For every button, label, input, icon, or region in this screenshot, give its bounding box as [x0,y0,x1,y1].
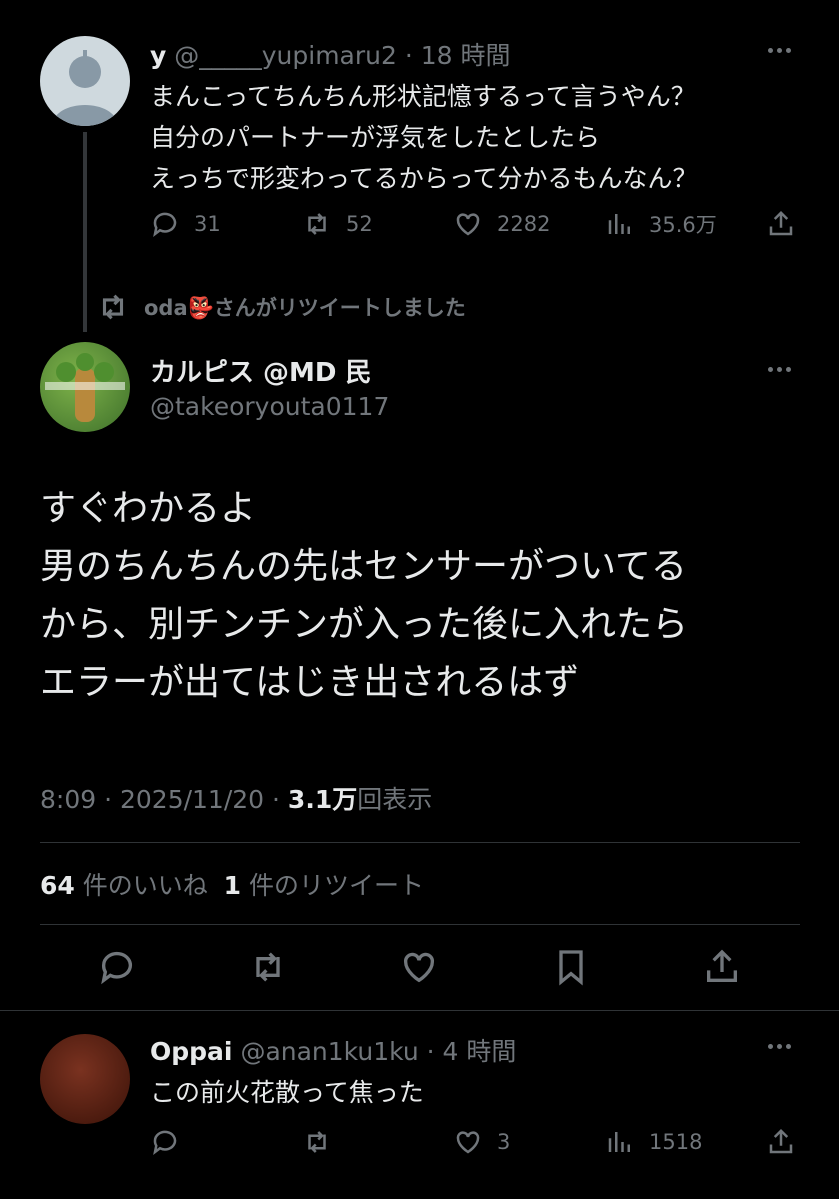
reply-icon [101,951,132,985]
tweet-line: エラーが出てはじき出されるはず [40,662,580,703]
retweeter-name[interactable]: oda [144,296,188,320]
like-count: 2282 [497,212,551,236]
views-count: 3.1万 [287,785,358,814]
display-name[interactable]: y [150,41,166,70]
handle[interactable]: @anan1ku1ku [240,1037,418,1066]
tweet-line: 自分のパートナーが浮気をしたとしたら [150,123,601,152]
display-name[interactable]: Oppai [150,1037,232,1066]
reply-icon [153,212,177,237]
retweet-button[interactable] [302,1127,346,1157]
heart-icon [456,213,480,236]
divider [0,1010,839,1011]
more-icon[interactable] [768,367,791,372]
tweet-text: まんこってちんちん形状記憶するって言うやん？ 自分のパートナーが浮気をしたとした… [150,76,698,199]
share-button[interactable] [702,947,742,987]
avatar[interactable] [40,342,130,432]
handle[interactable]: @_____yupimaru2 [174,41,397,70]
share-button[interactable] [766,209,796,239]
bookmark-icon [559,950,583,986]
tweet-line: から、別チンチンが入った後に入れたら [40,604,689,645]
default-avatar-icon [52,50,118,126]
share-icon [707,949,737,982]
share-icon [769,1128,793,1154]
timestamp[interactable]: · 4 時間 [427,1037,517,1066]
views-icon [608,1132,630,1152]
retweet-banner-text: さんがリツイートしました [213,296,466,320]
divider [40,842,800,843]
retweets-stat[interactable]: 1 件のリツイート [224,871,424,900]
retweet-icon [308,1131,326,1153]
like-button[interactable]: 2282 [453,209,550,239]
retweets-count: 1 [223,871,242,900]
tweet-meta: 8:09 · 2025/11/20 · 3.1万回表示 [40,780,432,816]
retweet-icon [102,294,124,320]
view-count: 1518 [649,1130,703,1154]
views-icon [608,214,630,234]
display-name[interactable]: カルピス @MD 民 [150,352,372,389]
retweet-icon [256,952,280,982]
retweet-button[interactable]: 52 [302,209,373,239]
heart-icon [403,952,435,983]
retweet-banner: oda👺さんがリツイートしました [96,290,466,324]
likes-label: 件のいいね [82,871,208,900]
retweet-count: 52 [346,212,373,236]
retweets-label: 件のリツイート [249,871,425,900]
tweet-line: すぐわかるよ [40,488,257,529]
tweet-text: この前火花散って焦った [150,1078,424,1107]
reply-button[interactable]: 31 [150,209,221,239]
timestamp[interactable]: · 18 時間 [405,41,511,70]
more-icon[interactable] [768,1044,791,1049]
share-icon [769,210,793,236]
retweet-button[interactable] [248,947,288,987]
like-count: 3 [497,1130,511,1154]
tweet-header: y @_____yupimaru2 · 18 時間 [150,36,511,72]
divider [40,924,800,925]
timestamp[interactable]: 8:09 · 2025/11/20 · [40,785,288,814]
reply-icon [153,1130,177,1155]
tweet-line: まんこってちんちん形状記憶するって言うやん？ [150,82,696,111]
share-button[interactable] [766,1127,796,1157]
view-count: 35.6万 [649,213,717,237]
bookmark-button[interactable] [551,947,591,987]
engagement-stats: 64 件のいいね 1 件のリツイート [40,866,424,902]
heart-icon [456,1131,480,1154]
views-label: 回表示 [357,785,433,814]
avatar[interactable] [40,36,130,126]
handle[interactable]: @takeoryouta0117 [150,392,389,421]
tweet-line: えっちで形変わってるからって分かるもんなん？ [150,164,698,193]
likes-count: 64 [40,871,75,900]
reply-count: 31 [194,212,221,236]
reply-button[interactable] [150,1127,194,1157]
thread-line [83,132,87,332]
retweeter[interactable]: oda👺さんがリツイートしました [144,292,466,322]
views-button[interactable]: 35.6万 [605,209,717,239]
retweet-icon [308,213,326,235]
profile-image [45,353,125,422]
like-button[interactable]: 3 [453,1127,510,1157]
avatar[interactable] [40,1034,130,1124]
like-button[interactable] [399,947,439,987]
tweet-header: Oppai @anan1ku1ku · 4 時間 [150,1032,516,1068]
tengu-emoji: 👺 [187,296,214,320]
tweet-text: すぐわかるよ 男のちんちんの先はセンサーがついてる から、別チンチンが入った後に… [40,480,688,712]
tweet-line: 男のちんちんの先はセンサーがついてる [40,546,687,587]
likes-stat[interactable]: 64 件のいいね [40,871,208,900]
more-icon[interactable] [768,48,791,53]
views-button[interactable]: 1518 [605,1127,702,1157]
reply-button[interactable] [97,947,137,987]
